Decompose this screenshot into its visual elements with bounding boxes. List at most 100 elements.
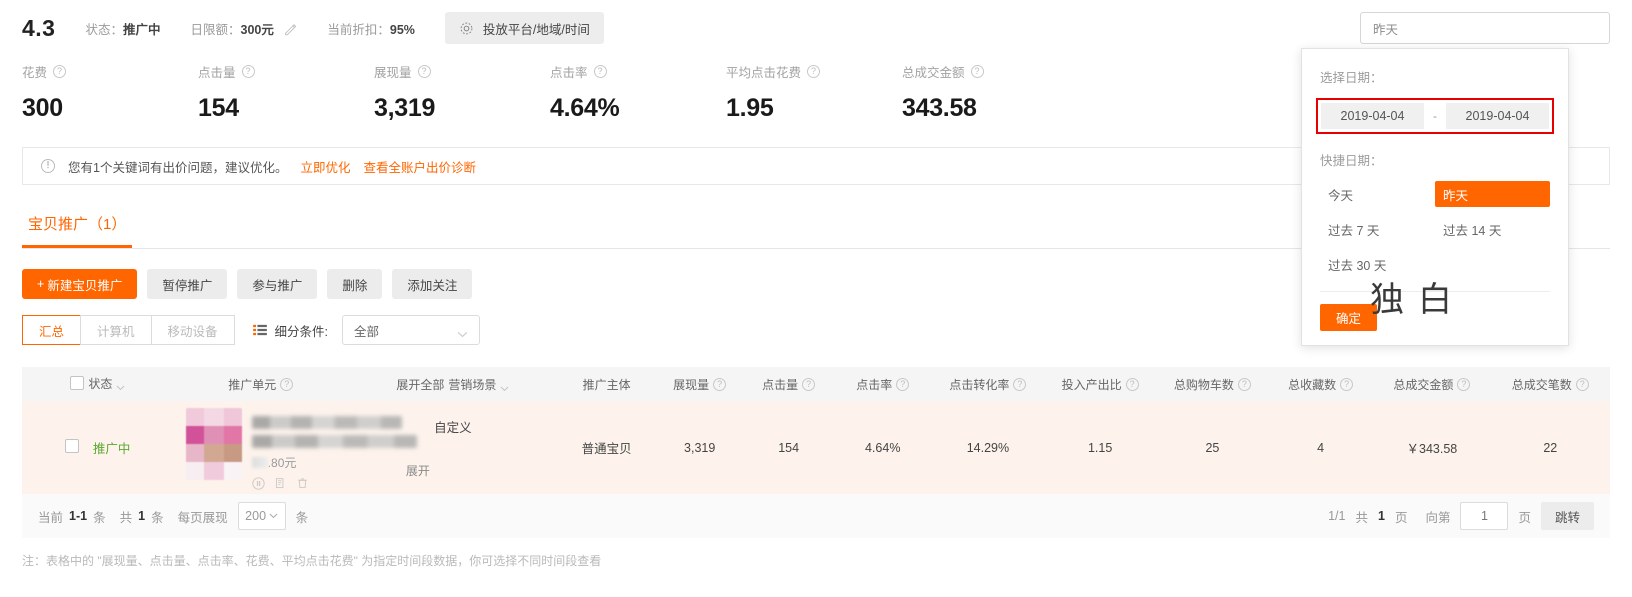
quick-date-last-7-days[interactable]: 过去 7 天 [1320, 216, 1435, 242]
new-product-promotion-button[interactable]: + 新建宝贝推广 [22, 269, 138, 299]
cell-clicks: 154 [744, 401, 834, 494]
pages-prefix: 共 [1355, 510, 1368, 525]
th-roi-label: 投入产出比 [1061, 377, 1122, 392]
cell-status: 推广中 [22, 401, 174, 494]
delete-button[interactable]: 删除 [327, 269, 383, 299]
product-thumbnail-blurred[interactable] [185, 408, 242, 480]
quick-date-today[interactable]: 今天 [1320, 181, 1435, 207]
date-picker-popover: 选择日期： 2019-04-04 - 2019-04-04 快捷日期： 今天 昨… [1301, 48, 1569, 346]
help-icon[interactable]: ? [1013, 377, 1027, 391]
th-status-inner: 状态 [70, 375, 125, 392]
th-gmv-inner: 总成交金额 ? [1393, 376, 1471, 393]
help-icon[interactable]: ? [896, 377, 910, 391]
segment-desktop[interactable]: 计算机 [80, 315, 151, 345]
per-page-select[interactable]: 200 [237, 502, 286, 530]
row-checkbox[interactable] [65, 439, 80, 453]
expand-all-label[interactable]: 展开全部 [396, 376, 444, 393]
table-row: 推广中 .80元 自定义 展开 普通宝贝 3,319 154 4.64% 14.… [22, 401, 1610, 494]
confirm-button[interactable]: 确定 [1320, 304, 1378, 331]
total-count: 1 [138, 509, 146, 523]
alert-text: 您有1个关键词有出价问题，建议优化。 [68, 160, 288, 175]
th-promotion-subject-label: 推广主体 [582, 377, 631, 392]
list-icon [252, 324, 267, 336]
chevron-down-icon[interactable] [500, 381, 509, 392]
tab-product-promotion[interactable]: 宝贝推广（1） [22, 213, 133, 248]
pause-icon[interactable] [252, 477, 265, 493]
metric-label: 花费 [22, 66, 48, 80]
help-icon[interactable]: ? [970, 65, 984, 78]
plus-icon: + [37, 277, 45, 291]
chevron-down-icon [269, 513, 278, 519]
help-icon[interactable]: ? [1237, 377, 1251, 391]
metric-card: 总成交金额 ? 343.58 [902, 62, 1078, 123]
th-favorites-label: 总收藏数 [1288, 377, 1337, 392]
goto-page-input[interactable] [1460, 502, 1509, 530]
end-date-field[interactable]: 2019-04-04 [1446, 103, 1549, 129]
daily-budget-meta: 日限额：300元 [191, 19, 298, 38]
segment-mobile[interactable]: 移动设备 [150, 315, 235, 345]
per-page-unit: 条 [295, 510, 309, 525]
th-orders: 总成交笔数 ? [1490, 367, 1610, 401]
account-bid-diagnosis-link[interactable]: 查看全账户出价诊断 [363, 157, 476, 176]
promotion-table: 状态 推广单元 ? 展开全部 营销场景 推广主体 展现量 ? 点击量 ? 点击率… [22, 367, 1610, 494]
metric-card: 展现量 ? 3,319 [374, 62, 550, 123]
jump-button[interactable]: 跳转 [1540, 502, 1594, 530]
metric-label-wrap: 平均点击花费 ? [726, 62, 902, 81]
add-follow-button[interactable]: 添加关注 [392, 269, 473, 299]
th-impressions-inner: 展现量 ? [673, 376, 727, 393]
metric-label: 点击率 [550, 66, 588, 80]
condition-select[interactable]: 全部 [342, 315, 481, 345]
help-icon[interactable]: ? [1340, 377, 1354, 391]
info-icon: ! [41, 159, 55, 173]
price-masked-prefix [251, 457, 268, 468]
delete-icon[interactable] [296, 477, 309, 493]
optimize-now-link[interactable]: 立即优化 [300, 157, 350, 176]
segment-summary[interactable]: 汇总 [22, 315, 81, 345]
help-icon[interactable]: ? [713, 377, 727, 391]
th-marketing-scene-inner: 展开全部 营销场景 [396, 376, 509, 393]
help-icon[interactable]: ? [1457, 377, 1471, 391]
help-icon[interactable]: ? [53, 65, 67, 78]
help-icon[interactable]: ? [802, 377, 816, 391]
help-icon[interactable]: ? [417, 65, 431, 78]
cell-promotion-subject: 普通宝贝 [558, 401, 656, 494]
status-badge: 推广中 [92, 442, 131, 456]
quick-date-last-30-days[interactable]: 过去 30 天 [1320, 251, 1435, 277]
th-gmv-label: 总成交金额 [1393, 377, 1454, 392]
metric-label-wrap: 展现量 ? [374, 62, 550, 81]
help-icon[interactable]: ? [807, 65, 821, 78]
quick-date-last-14-days[interactable]: 过去 14 天 [1435, 216, 1550, 242]
chevron-down-icon[interactable] [116, 380, 125, 391]
metric-label-wrap: 总成交金额 ? [902, 62, 1078, 81]
cell-roi: 1.15 [1043, 401, 1157, 494]
range-separator: - [1433, 109, 1437, 123]
th-impressions: 展现量 ? [655, 367, 745, 401]
help-icon[interactable]: ? [280, 377, 294, 391]
select-date-label: 选择日期： [1320, 71, 1383, 85]
join-promotion-button[interactable]: 参与推广 [237, 269, 318, 299]
select-all-checkbox[interactable] [70, 376, 85, 391]
pause-promotion-button[interactable]: 暂停推广 [147, 269, 228, 299]
start-date-field[interactable]: 2019-04-04 [1321, 103, 1424, 129]
copy-icon[interactable] [274, 477, 287, 493]
metric-label-wrap: 点击量 ? [198, 62, 374, 81]
th-orders-label: 总成交笔数 [1511, 377, 1572, 392]
th-status: 状态 [22, 367, 174, 401]
edit-pencil-icon[interactable] [284, 23, 297, 36]
pages-count: 1 [1377, 509, 1385, 523]
th-promotion-subject-inner: 推广主体 [583, 376, 631, 393]
current-range-suffix: 条 [93, 510, 106, 525]
product-text-block: .80元 [251, 408, 417, 493]
help-icon[interactable]: ? [1125, 377, 1139, 391]
goto-unit: 页 [1518, 510, 1531, 525]
date-range-input[interactable] [1360, 12, 1610, 44]
table-head: 状态 推广单元 ? 展开全部 营销场景 推广主体 展现量 ? 点击量 ? 点击率… [22, 367, 1610, 401]
th-carts-label: 总购物车数 [1173, 377, 1234, 392]
help-icon[interactable]: ? [1575, 377, 1589, 391]
quick-date-yesterday[interactable]: 昨天 [1435, 181, 1550, 207]
metric-value: 154 [198, 94, 239, 122]
help-icon[interactable]: ? [241, 65, 255, 78]
th-carts: 总购物车数 ? [1156, 367, 1269, 401]
platform-region-time-button[interactable]: 投放平台/地域/时间 [444, 12, 604, 44]
help-icon[interactable]: ? [593, 65, 607, 78]
